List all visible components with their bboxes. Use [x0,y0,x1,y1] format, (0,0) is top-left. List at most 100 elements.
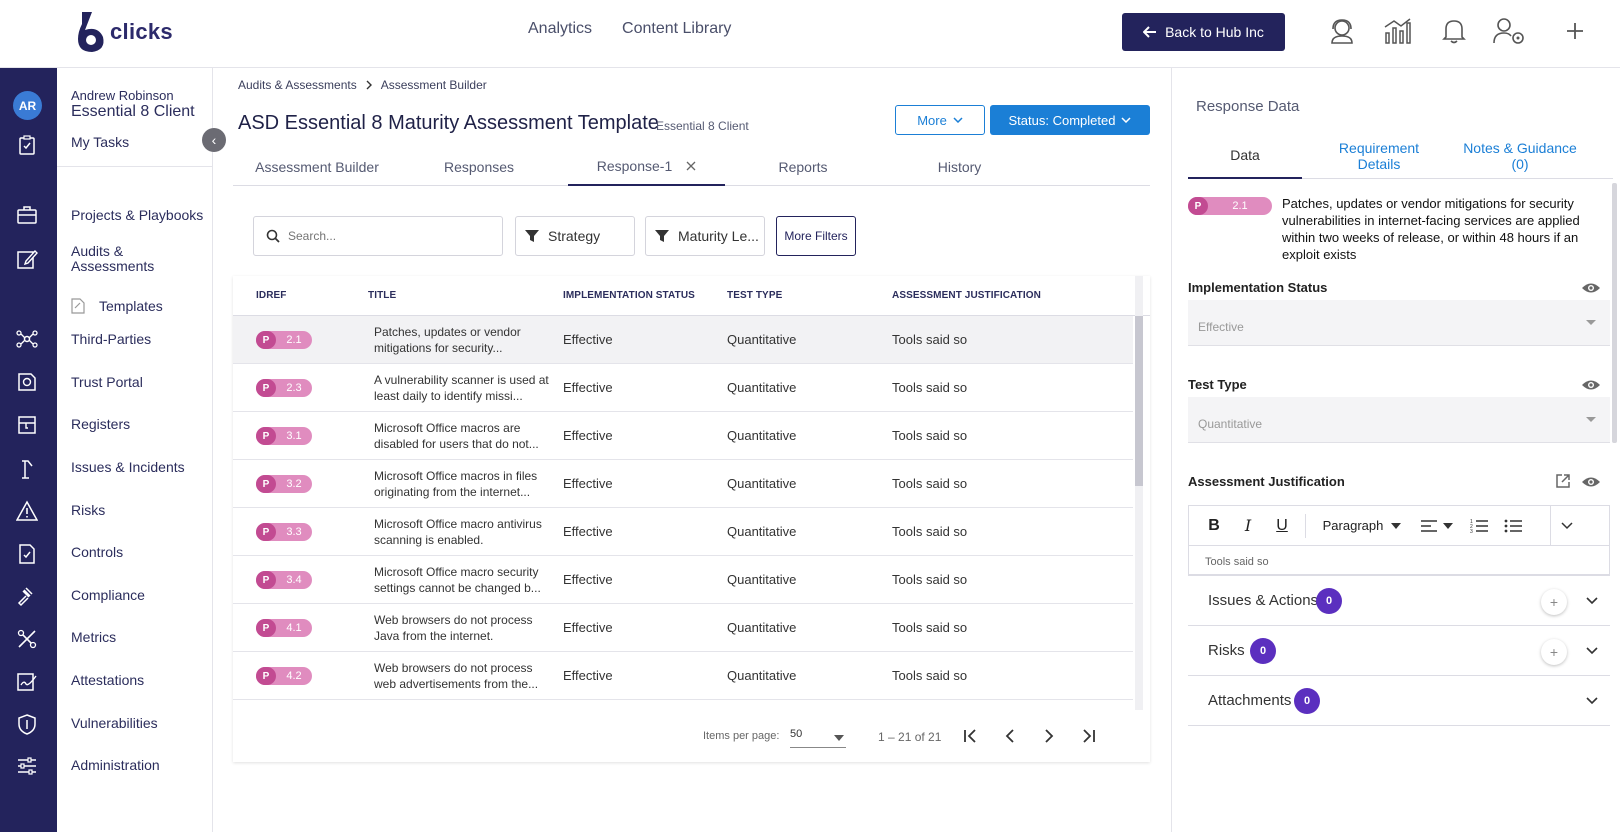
table-row[interactable]: P 3.2 Microsoft Office macros in files ori… [233,460,1133,508]
briefcase-icon[interactable] [16,204,38,226]
sidebar-item-audits[interactable]: Audits & Assessments [71,244,191,274]
user-settings-icon[interactable] [1493,14,1527,48]
chevron-down-icon[interactable] [1585,596,1599,606]
bullet-list-icon[interactable] [1496,506,1530,546]
search-input[interactable] [288,229,488,243]
sidebar-item-templates[interactable]: Templates [71,298,163,314]
chevron-down-icon[interactable] [1551,506,1583,546]
tab-response-1[interactable]: Response-1 [568,148,725,186]
risks-section[interactable]: Risks 0 + [1188,626,1610,676]
attachments-section[interactable]: Attachments 0 [1188,676,1610,726]
paragraph-select[interactable]: Paragraph [1312,506,1412,546]
tab-history[interactable]: History [881,148,1038,186]
panel-tab-requirement-details[interactable]: Requirement Details [1322,133,1436,179]
tab-reports[interactable]: Reports [725,148,881,186]
more-filters-button[interactable]: More Filters [776,216,856,256]
sliders-icon[interactable] [16,755,38,777]
nav-content-library[interactable]: Content Library [622,20,731,38]
column-test-type[interactable]: TEST TYPE [727,290,782,301]
plus-icon[interactable] [1558,14,1592,48]
table-row[interactable]: P 2.3 A vulnerability scanner is used at l… [233,364,1133,412]
avatar[interactable]: AR [13,91,42,120]
test-type-select[interactable]: Quantitative [1188,397,1610,443]
sidebar-item-third-parties[interactable]: Third-Parties [71,332,151,347]
shield-icon[interactable] [16,713,38,735]
search-box[interactable] [253,216,503,256]
tab-assessment-builder[interactable]: Assessment Builder [233,148,401,186]
sidebar-item-vulnerabilities[interactable]: Vulnerabilities [71,716,158,731]
network-icon[interactable] [16,328,38,350]
tools-icon[interactable] [16,628,38,650]
strategy-filter[interactable]: Strategy [515,216,635,256]
ordered-list-icon[interactable]: 123 [1462,506,1496,546]
panel-tab-data[interactable]: Data [1188,133,1302,179]
sidebar-item-metrics[interactable]: Metrics [71,630,116,645]
sidebar-item-issues[interactable]: Issues & Incidents [71,460,185,475]
nav-analytics[interactable]: Analytics [528,20,592,38]
panel-tab-notes-guidance[interactable]: Notes & Guidance (0) [1458,133,1582,179]
sidebar-item-projects[interactable]: Projects & Playbooks [71,208,203,223]
table-scrollbar-thumb[interactable] [1135,316,1143,486]
breadcrumb-audits[interactable]: Audits & Assessments [238,78,357,92]
sidebar-item-controls[interactable]: Controls [71,545,123,560]
edit-icon[interactable] [16,248,38,270]
incident-icon[interactable] [16,458,38,480]
warning-icon[interactable] [16,500,38,522]
column-implementation-status[interactable]: IMPLEMENTATION STATUS [563,290,695,301]
sidebar-item-compliance[interactable]: Compliance [71,588,145,603]
registers-icon[interactable] [16,414,38,436]
attestation-icon[interactable] [16,670,38,692]
editor-content[interactable]: Tools said so [1205,556,1269,568]
add-issue-button[interactable]: + [1541,589,1567,615]
column-title[interactable]: TITLE [368,290,396,301]
prev-page-button[interactable] [998,724,1022,748]
logo[interactable]: clicks [76,9,173,55]
bell-icon[interactable] [1437,14,1471,48]
underline-icon[interactable]: U [1265,506,1299,546]
chevron-down-icon[interactable] [1585,646,1599,656]
breadcrumb-assessment-builder[interactable]: Assessment Builder [381,78,487,92]
trust-portal-icon[interactable] [16,370,38,392]
open-external-icon[interactable] [1555,473,1571,489]
eye-icon[interactable] [1581,281,1601,295]
table-row[interactable]: P 3.4 Microsoft Office macro security sett… [233,556,1133,604]
sidebar-item-attestations[interactable]: Attestations [71,673,144,688]
eye-icon[interactable] [1581,475,1601,489]
table-row[interactable]: P 3.3 Microsoft Office macro antivirus sca… [233,508,1133,556]
user-info[interactable]: Andrew Robinson Essential 8 Client [71,88,195,121]
align-select[interactable] [1412,506,1462,546]
table-row[interactable]: P 4.1 Web browsers do not process Java fro… [233,604,1133,652]
close-icon[interactable] [686,161,696,171]
sidebar-item-trust-portal[interactable]: Trust Portal [71,375,143,390]
issues-actions-section[interactable]: Issues & Actions 0 + [1188,576,1610,626]
column-assessment-justification[interactable]: ASSESSMENT JUSTIFICATION [892,290,1041,301]
add-risk-button[interactable]: + [1541,639,1567,665]
chevron-down-icon[interactable] [1585,696,1599,706]
italic-icon[interactable]: I [1231,506,1265,546]
table-row[interactable]: P 2.1 Patches, updates or vendor mitigatio… [233,316,1133,364]
table-row[interactable]: P 3.1 Microsoft Office macros are disabled… [233,412,1133,460]
gavel-icon[interactable] [16,586,38,608]
controls-icon[interactable] [16,543,38,565]
panel-scrollbar[interactable] [1612,183,1617,443]
table-row[interactable]: P 4.2 Web browsers do not process web adve… [233,652,1133,700]
more-button[interactable]: More [895,105,985,135]
back-to-hub-button[interactable]: Back to Hub Inc [1122,13,1285,51]
analytics-icon[interactable] [1381,14,1415,48]
column-idref[interactable]: IDREF [256,290,287,301]
last-page-button[interactable] [1076,724,1100,748]
eye-icon[interactable] [1581,378,1601,392]
maturity-filter[interactable]: Maturity Le... [645,216,765,256]
first-page-button[interactable] [959,724,983,748]
bold-icon[interactable]: B [1197,506,1231,546]
items-per-page-select[interactable]: 50 [790,728,846,748]
implementation-status-select[interactable]: Effective [1188,300,1610,346]
sidebar-item-risks[interactable]: Risks [71,503,105,518]
sidebar-item-my-tasks[interactable]: My Tasks [71,135,129,150]
status-button[interactable]: Status: Completed [990,105,1150,135]
next-page-button[interactable] [1037,724,1061,748]
sidebar-item-registers[interactable]: Registers [71,417,130,432]
support-icon[interactable] [1325,14,1359,48]
sidebar-item-administration[interactable]: Administration [71,758,160,773]
tab-responses[interactable]: Responses [401,148,557,186]
